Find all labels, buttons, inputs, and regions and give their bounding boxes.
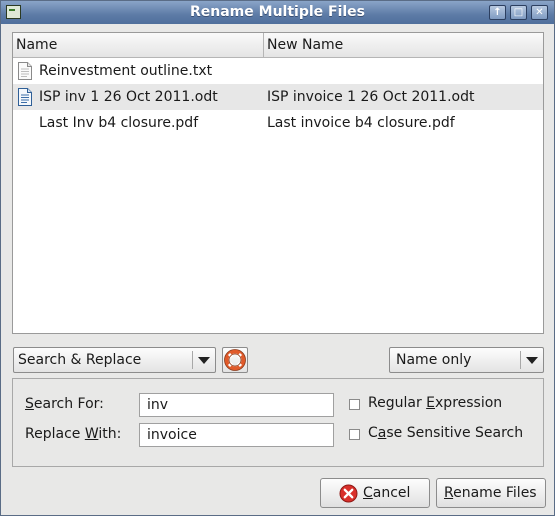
- help-button[interactable]: [222, 347, 248, 373]
- close-button[interactable]: ✕: [531, 5, 548, 20]
- chevron-down-icon: [526, 357, 538, 364]
- search-for-label: Search For:: [25, 396, 104, 412]
- rename-dialog: Rename Multiple Files ↑ □ ✕ Name New Nam…: [0, 0, 555, 516]
- mode-combo-value: Search & Replace: [18, 352, 142, 368]
- column-header-name[interactable]: Name: [13, 33, 264, 57]
- file-name: ISP inv 1 26 Oct 2011.odt: [39, 89, 218, 105]
- case-sensitive-label[interactable]: Case Sensitive Search: [368, 425, 523, 441]
- minimize-button[interactable]: ↑: [489, 5, 506, 20]
- text-file-icon: [18, 62, 32, 80]
- file-list[interactable]: Name New Name Reinvestment outline.txt I…: [12, 32, 544, 334]
- document-file-icon: [18, 88, 32, 106]
- file-name: Reinvestment outline.txt: [39, 63, 213, 79]
- mode-combo[interactable]: Search & Replace: [13, 347, 216, 373]
- search-for-input[interactable]: inv: [139, 393, 334, 417]
- file-name: Last Inv b4 closure.pdf: [39, 115, 199, 131]
- rename-files-button[interactable]: Rename Files: [436, 478, 546, 508]
- file-row[interactable]: Reinvestment outline.txt: [13, 58, 543, 84]
- lifebuoy-icon: [224, 349, 246, 371]
- chevron-down-icon: [198, 357, 210, 364]
- scope-combo[interactable]: Name only: [389, 347, 544, 373]
- replace-with-input[interactable]: invoice: [139, 423, 334, 447]
- file-list-header: Name New Name: [13, 33, 543, 58]
- title-bar[interactable]: Rename Multiple Files ↑ □ ✕: [1, 1, 554, 24]
- combo-separator: [192, 351, 193, 369]
- column-header-new-name[interactable]: New Name: [264, 33, 543, 57]
- regex-label[interactable]: Regular Expression: [368, 395, 502, 411]
- maximize-button[interactable]: □: [510, 5, 527, 20]
- file-row[interactable]: ISP inv 1 26 Oct 2011.odt ISP invoice 1 …: [13, 84, 543, 110]
- search-for-value: inv: [147, 397, 169, 413]
- rename-files-label: Rename Files: [444, 485, 537, 501]
- window-title: Rename Multiple Files: [189, 4, 365, 20]
- cancel-button[interactable]: Cancel: [320, 478, 430, 508]
- file-new-name: Last invoice b4 closure.pdf: [267, 115, 455, 131]
- cancel-icon: [339, 484, 358, 503]
- combo-separator: [520, 351, 521, 369]
- case-sensitive-checkbox[interactable]: [349, 429, 360, 440]
- file-row[interactable]: Last Inv b4 closure.pdf Last invoice b4 …: [13, 110, 543, 136]
- scope-combo-value: Name only: [396, 352, 472, 368]
- file-new-name: ISP invoice 1 26 Oct 2011.odt: [267, 89, 475, 105]
- cancel-label: Cancel: [363, 485, 411, 501]
- replace-with-value: invoice: [147, 427, 197, 443]
- regex-checkbox[interactable]: [349, 399, 360, 410]
- replace-with-label: Replace With:: [25, 426, 122, 442]
